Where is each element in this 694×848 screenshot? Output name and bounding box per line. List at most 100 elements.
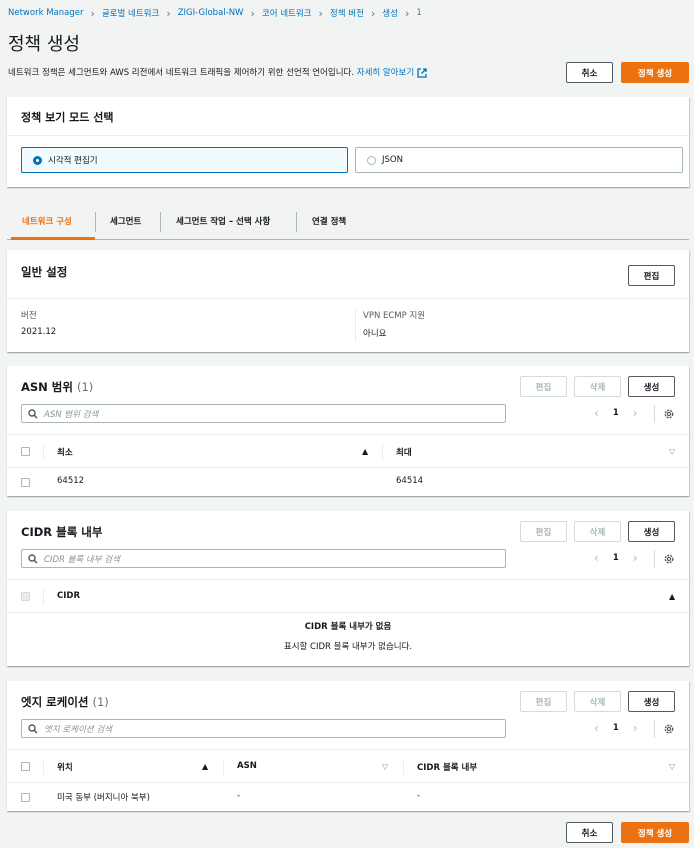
row-checkbox[interactable]: [21, 478, 30, 487]
edge-column-cidr[interactable]: CIDR 블록 내부: [417, 761, 477, 773]
chevron-right-icon[interactable]: ›: [633, 551, 638, 565]
divider: [654, 405, 655, 423]
row-checkbox[interactable]: [21, 793, 30, 802]
breadcrumb-policy-versions[interactable]: 정책 버전: [330, 7, 364, 19]
asn-ranges-title: ASN 범위 (1): [21, 379, 93, 395]
gear-icon[interactable]: [663, 408, 675, 420]
edge-cidr-value: -: [417, 791, 421, 801]
create-policy-button[interactable]: 정책 생성: [621, 62, 689, 83]
gear-icon[interactable]: [663, 553, 675, 565]
cidr-create-button[interactable]: 생성: [628, 521, 675, 542]
column-divider: [223, 759, 224, 775]
footer-create-policy-button[interactable]: 정책 생성: [621, 822, 689, 843]
chevron-left-icon[interactable]: ‹: [594, 721, 599, 735]
cidr-column[interactable]: CIDR: [57, 591, 80, 601]
radio-selected-icon: [33, 155, 42, 165]
cidr-blocks-panel: CIDR 블록 내부 편집 삭제 생성 CIDR 블록 내부 검색 ‹ 1 › …: [7, 511, 689, 666]
tab-active-indicator: [11, 237, 95, 240]
edge-column-location[interactable]: 위치: [57, 761, 73, 773]
tab-segments[interactable]: 세그먼트: [110, 202, 141, 240]
breadcrumb-global-network-name[interactable]: ZIGI-Global-NW: [178, 8, 244, 18]
edge-table-header: 위치 ▲ ASN ▽ CIDR 블록 내부 ▽: [7, 749, 689, 783]
edge-select-all-checkbox[interactable]: [21, 762, 30, 771]
asn-ranges-panel: ASN 범위 (1) 편집 삭제 생성 ASN 범위 검색 ‹ 1 › 최소 ▲…: [7, 366, 689, 496]
chevron-left-icon[interactable]: ‹: [594, 406, 599, 420]
column-divider: [382, 444, 383, 460]
asn-pagination: ‹ 1 ›: [594, 406, 638, 420]
edge-search-input[interactable]: 엣지 로케이션 검색: [21, 719, 506, 738]
visual-editor-label: 시각적 편집기: [48, 156, 98, 166]
chevron-right-icon: ›: [90, 6, 95, 20]
asn-create-button[interactable]: 생성: [628, 376, 675, 397]
gear-icon[interactable]: [663, 723, 675, 735]
breadcrumb-create[interactable]: 생성: [382, 7, 398, 19]
breadcrumb-global-networks[interactable]: 글로벌 네트워크: [102, 7, 159, 19]
page-description: 네트워크 정책은 세그먼트와 AWS 리전에서 네트워크 트래픽을 제어하기 위…: [8, 66, 427, 78]
asn-delete-button[interactable]: 삭제: [574, 376, 621, 397]
divider: [654, 720, 655, 738]
search-icon: [28, 554, 38, 564]
chevron-right-icon[interactable]: ›: [633, 721, 638, 735]
asn-search-input[interactable]: ASN 범위 검색: [21, 404, 506, 423]
sort-icon[interactable]: ▽: [382, 762, 388, 771]
sort-ascending-icon[interactable]: ▲: [202, 762, 208, 771]
cancel-button[interactable]: 취소: [566, 62, 613, 83]
tab-attachment-policies[interactable]: 연결 정책: [312, 202, 346, 240]
sort-ascending-icon[interactable]: ▲: [362, 447, 368, 456]
cidr-empty-title: CIDR 블록 내부가 없음: [304, 622, 392, 632]
edge-locations-count: (1): [92, 695, 109, 709]
vpn-ecmp-label: VPN ECMP 지원: [363, 311, 426, 321]
search-icon: [28, 724, 38, 734]
tab-divider: [95, 212, 96, 232]
tab-divider: [296, 212, 297, 232]
json-option[interactable]: JSON: [355, 147, 683, 173]
asn-page-number[interactable]: 1: [613, 408, 619, 418]
chevron-right-icon: ›: [166, 6, 171, 20]
footer-cancel-button[interactable]: 취소: [566, 822, 613, 843]
sort-icon[interactable]: ▽: [669, 762, 675, 771]
asn-edit-button[interactable]: 편집: [520, 376, 567, 397]
chevron-left-icon[interactable]: ‹: [594, 551, 599, 565]
tab-segment-actions[interactable]: 세그먼트 작업 – 선택 사항: [176, 202, 270, 240]
asn-column-min[interactable]: 최소: [57, 446, 73, 458]
edge-page-number[interactable]: 1: [613, 723, 619, 733]
search-icon: [28, 409, 38, 419]
json-label: JSON: [382, 155, 403, 165]
breadcrumb-network-manager[interactable]: Network Manager: [8, 8, 83, 18]
cidr-select-all-checkbox: [21, 592, 30, 601]
asn-max-value: 64514: [396, 476, 424, 486]
cidr-blocks-title: CIDR 블록 내부: [21, 525, 103, 539]
chevron-right-icon: ›: [404, 6, 410, 20]
breadcrumb-core-network[interactable]: 코어 네트워크: [262, 7, 312, 19]
edge-column-asn[interactable]: ASN: [237, 761, 257, 771]
cidr-delete-button[interactable]: 삭제: [574, 521, 621, 542]
asn-column-max[interactable]: 최대: [396, 446, 412, 458]
sort-icon[interactable]: ▽: [669, 447, 675, 456]
edge-locations-title: 엣지 로케이션 (1): [21, 694, 109, 710]
chevron-right-icon[interactable]: ›: [633, 406, 638, 420]
column-divider: [355, 308, 356, 342]
edge-asn-value: -: [237, 791, 241, 801]
cidr-page-number[interactable]: 1: [613, 553, 619, 563]
edge-edit-button[interactable]: 편집: [520, 691, 567, 712]
version-value: 2021.12: [21, 327, 57, 337]
asn-ranges-title-text: ASN 범위: [21, 380, 73, 394]
general-edit-button[interactable]: 편집: [628, 265, 675, 286]
page-title: 정책 생성: [8, 34, 80, 55]
cidr-empty-description: 표시할 CIDR 블록 내부가 없습니다.: [283, 642, 413, 652]
visual-editor-option[interactable]: 시각적 편집기: [21, 147, 348, 173]
learn-more-link[interactable]: 자세히 알아보기: [357, 67, 427, 78]
sort-ascending-icon[interactable]: ▲: [669, 592, 675, 601]
page-description-text: 네트워크 정책은 세그먼트와 AWS 리전에서 네트워크 트래픽을 제어하기 위…: [8, 68, 355, 78]
tab-network-configuration[interactable]: 네트워크 구성: [22, 202, 72, 240]
cidr-edit-button[interactable]: 편집: [520, 521, 567, 542]
edge-create-button[interactable]: 생성: [628, 691, 675, 712]
cidr-search-input[interactable]: CIDR 블록 내부 검색: [21, 549, 506, 568]
general-settings-panel: 일반 설정 편집 버전 2021.12 VPN ECMP 지원 아니요: [7, 250, 689, 352]
chevron-right-icon: ›: [318, 6, 323, 20]
asn-select-all-checkbox[interactable]: [21, 447, 30, 456]
chevron-right-icon: ›: [250, 6, 255, 20]
edge-delete-button[interactable]: 삭제: [574, 691, 621, 712]
tab-divider: [160, 212, 161, 232]
view-mode-panel: 정책 보기 모드 선택 시각적 편집기 JSON: [7, 97, 689, 187]
